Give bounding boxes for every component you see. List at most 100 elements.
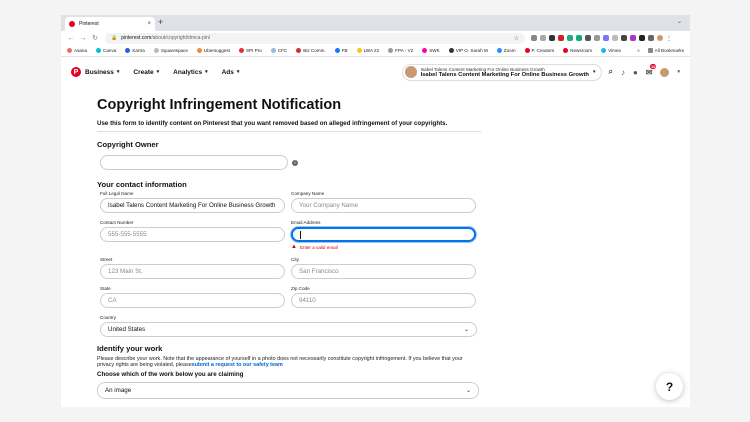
bookmark-item[interactable]: FPA - V2: [388, 48, 413, 53]
company-label: Company Name: [291, 191, 325, 196]
work-description: Please describe your work. Note that the…: [97, 356, 463, 369]
state-label: State: [100, 286, 111, 291]
pinterest-favicon-icon: [69, 21, 75, 27]
updates-icon[interactable]: ✉ 10: [646, 63, 657, 77]
extension-icon[interactable]: [630, 35, 636, 41]
chevron-down-icon: ▾: [236, 69, 240, 75]
contact-info-heading: Your contact information: [97, 180, 187, 189]
bookmark-item[interactable]: CFC: [270, 48, 287, 53]
side-panel-icon[interactable]: [648, 35, 654, 41]
chevron-down-icon[interactable]: ▾: [677, 69, 680, 75]
extension-icon[interactable]: [576, 35, 582, 41]
country-label: Country: [100, 315, 117, 320]
extension-icon[interactable]: [540, 35, 546, 41]
bookmarks-overflow-icon[interactable]: »: [637, 48, 640, 53]
copyright-owner-heading: Copyright Owner: [97, 140, 159, 149]
tab-close-icon[interactable]: ×: [147, 21, 151, 27]
extension-icon[interactable]: [585, 35, 591, 41]
info-icon[interactable]: i: [292, 159, 298, 166]
profile-avatar[interactable]: [660, 67, 670, 77]
bookmark-item[interactable]: Vimeo: [601, 48, 621, 53]
bookmark-star-icon[interactable]: ☆: [514, 35, 519, 42]
extensions-puzzle-icon[interactable]: [639, 35, 645, 41]
url-path: /about/copyright/dmca-pin/: [151, 35, 211, 41]
extension-icon[interactable]: [594, 35, 600, 41]
country-select[interactable]: United States ⌄: [100, 322, 477, 337]
extension-icon[interactable]: [558, 35, 564, 41]
bookmark-item[interactable]: Asana: [67, 48, 87, 53]
city-input[interactable]: San Francisco: [291, 264, 476, 279]
tab-pinterest[interactable]: Pinterest ×: [65, 17, 155, 31]
search-icon[interactable]: ⌕: [608, 67, 612, 77]
tab-strip: Pinterest × + ⌄: [61, 15, 690, 31]
chevron-down-icon: ⌄: [465, 387, 471, 394]
url-host: pinterest.com: [121, 35, 152, 41]
address-bar[interactable]: 🔒 pinterest.com/about/copyright/dmca-pin…: [105, 32, 525, 44]
profile-avatar[interactable]: [657, 35, 663, 41]
bookmark-item[interactable]: Canva: [96, 48, 116, 53]
company-input[interactable]: Your Company Name: [291, 198, 476, 213]
bookmark-item[interactable]: VIP O. Sarah M: [448, 48, 488, 53]
new-tab-button[interactable]: +: [158, 17, 163, 27]
extension-icon[interactable]: [603, 35, 609, 41]
help-button[interactable]: ?: [656, 373, 683, 400]
page-subtitle: Use this form to identify content on Pin…: [97, 120, 481, 132]
bookmark-item[interactable]: Squarespace: [153, 48, 188, 53]
extension-icon[interactable]: [567, 35, 573, 41]
nav-create[interactable]: Create ▾: [133, 69, 159, 76]
text-cursor: [300, 230, 301, 239]
notification-badge: 10: [650, 63, 657, 69]
back-icon[interactable]: ←: [65, 35, 77, 42]
safety-team-link[interactable]: submit a request to our safety team: [192, 362, 283, 368]
street-input[interactable]: 123 Main St.: [100, 264, 285, 279]
header-icons: ⌕ ♪ ● ✉ 10 ▾: [608, 63, 680, 77]
browser-menu-icon[interactable]: ⋮: [666, 35, 672, 42]
dmca-form: Copyright Infringement Notification Use …: [97, 97, 487, 399]
nav-business[interactable]: Business ▾: [85, 69, 119, 76]
account-switcher[interactable]: Isabel Talens Content Marketing For Onli…: [401, 63, 603, 81]
bookmark-item[interactable]: Ubersuggest: [196, 48, 230, 53]
contact-number-input[interactable]: 555-555-5555: [100, 227, 285, 242]
tab-title: Pinterest: [79, 21, 99, 27]
bookmark-item[interactable]: LWA 22: [356, 48, 379, 53]
bookmark-item[interactable]: Zoom: [496, 48, 516, 53]
bookmark-item[interactable]: Biz Comm.: [296, 48, 326, 53]
warning-icon: ▲: [291, 244, 297, 250]
extension-icon[interactable]: [621, 35, 627, 41]
messages-icon[interactable]: ●: [633, 68, 638, 77]
bookmark-item[interactable]: P. Creators: [524, 48, 554, 53]
browser-toolbar: ← → ↻ 🔒 pinterest.com/about/copyright/dm…: [61, 31, 690, 45]
zip-input[interactable]: 94110: [291, 293, 476, 308]
city-label: City: [291, 257, 299, 262]
email-input[interactable]: [291, 227, 476, 242]
bell-icon[interactable]: ♪: [621, 68, 625, 77]
bookmark-item[interactable]: SPI Pro: [238, 48, 262, 53]
reload-icon[interactable]: ↻: [89, 34, 101, 42]
identify-work-heading: Identify your work: [97, 344, 163, 353]
state-input[interactable]: CA: [100, 293, 285, 308]
bookmark-item[interactable]: FB: [334, 48, 348, 53]
contact-number-label: Contact Number: [100, 220, 134, 225]
pinterest-logo-icon[interactable]: P: [71, 67, 81, 77]
full-name-input[interactable]: Isabel Talens Content Marketing For Onli…: [100, 198, 285, 213]
page-title: Copyright Infringement Notification: [97, 97, 342, 113]
forward-icon[interactable]: →: [77, 35, 89, 42]
tab-search-icon[interactable]: ⌄: [677, 18, 682, 25]
full-name-label: Full Legal Name: [100, 191, 134, 196]
chevron-down-icon: ▾: [592, 69, 596, 75]
work-type-select[interactable]: An image ⌄: [97, 381, 479, 399]
bookmark-item[interactable]: Kartra: [125, 48, 145, 53]
bookmark-item[interactable]: SWK: [422, 48, 440, 53]
extension-icon[interactable]: [531, 35, 537, 41]
all-bookmarks-button[interactable]: All Bookmarks: [647, 48, 684, 53]
bookmark-item[interactable]: Newsroom: [563, 48, 592, 53]
pinterest-header: P Business ▾ Create ▾ Analytics ▾ Ads ▾ Isab…: [61, 57, 690, 87]
copyright-owner-select[interactable]: [100, 155, 288, 170]
choose-work-label: Choose which of the work below you are c…: [97, 370, 244, 378]
browser-window: Pinterest × + ⌄ ← → ↻ 🔒 pinterest.com/ab…: [61, 15, 690, 407]
extension-icon[interactable]: [549, 35, 555, 41]
lock-icon[interactable]: 🔒: [111, 35, 117, 41]
nav-analytics[interactable]: Analytics ▾: [173, 69, 207, 76]
extension-icon[interactable]: [612, 35, 618, 41]
nav-ads[interactable]: Ads ▾: [222, 69, 240, 76]
